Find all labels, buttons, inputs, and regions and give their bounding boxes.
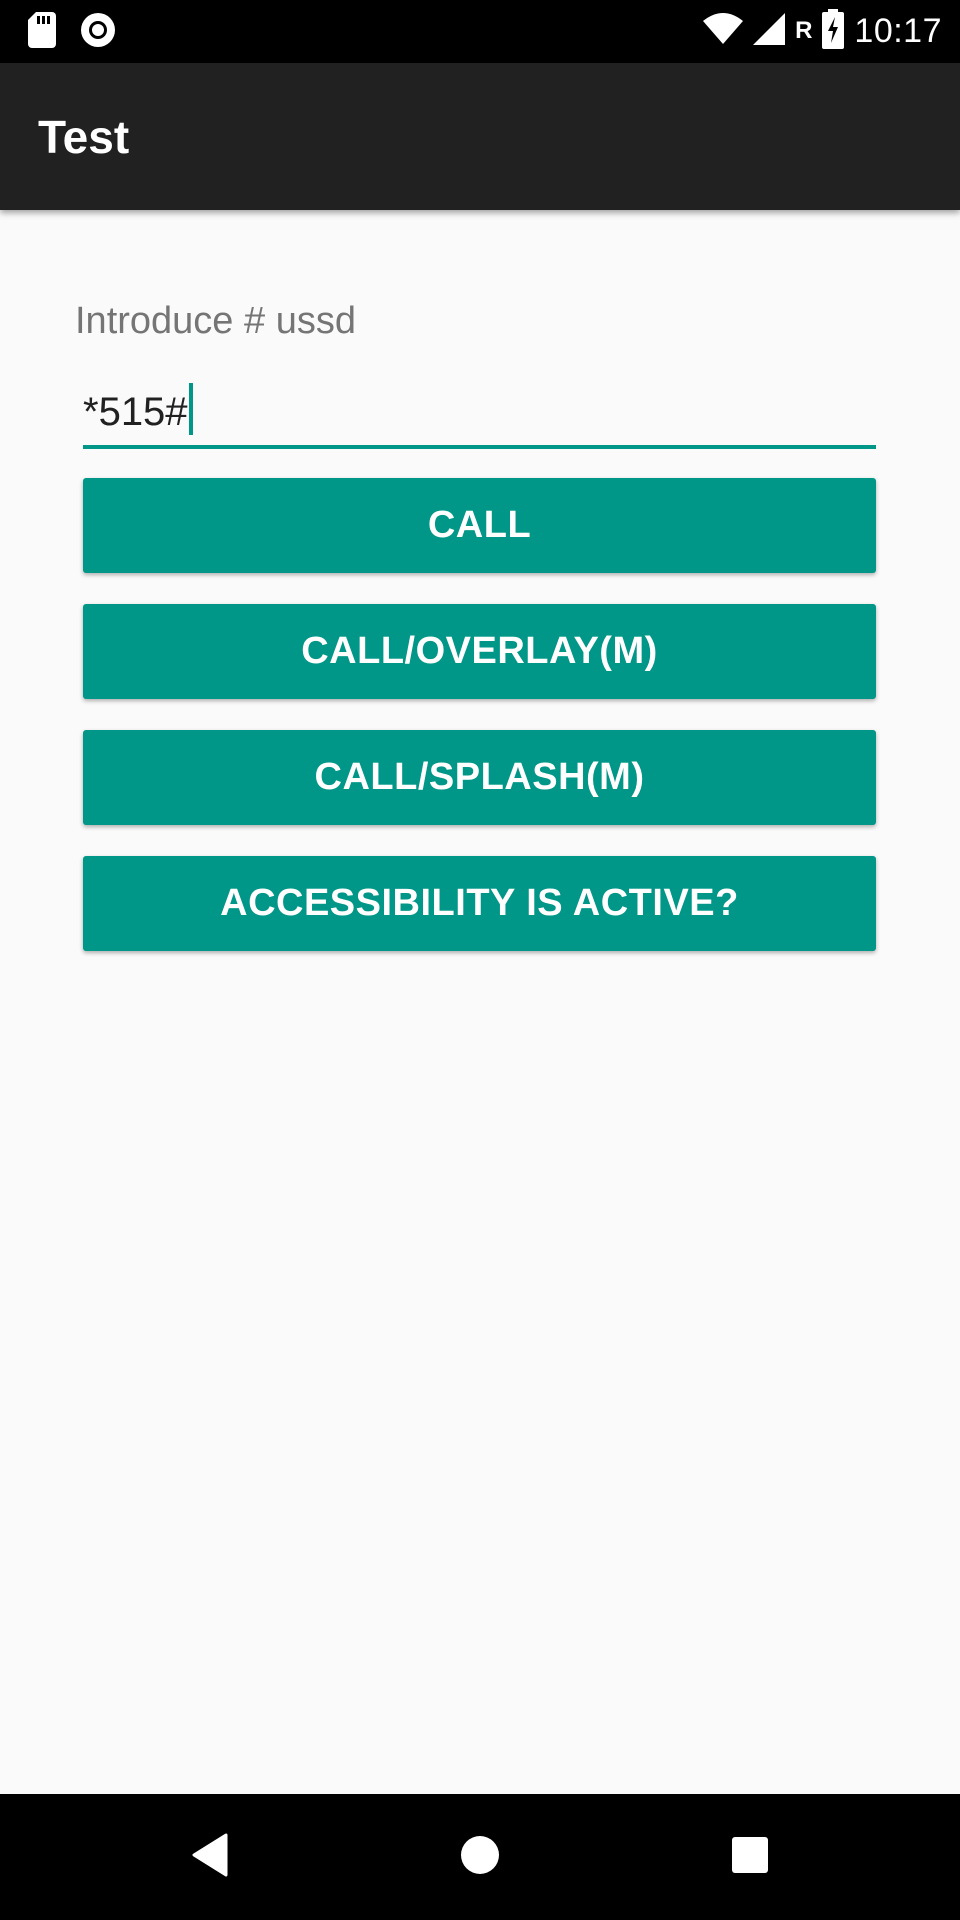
recents-button[interactable] (717, 1824, 783, 1890)
status-bar: R 10:17 (0, 0, 960, 63)
recents-icon (731, 1836, 769, 1879)
record-icon (80, 12, 116, 53)
home-button[interactable] (447, 1824, 513, 1890)
call-splash-button[interactable]: CALL/SPLASH(M) (83, 730, 876, 825)
call-button[interactable]: CALL (83, 478, 876, 573)
back-button[interactable] (177, 1824, 243, 1890)
status-time: 10:17 (854, 11, 942, 50)
home-icon (460, 1835, 500, 1880)
battery-charging-icon (822, 8, 845, 54)
ussd-field-label: Introduce # ussd (75, 300, 356, 342)
ussd-input-value: *515# (83, 390, 188, 434)
call-overlay-button[interactable]: CALL/OVERLAY(M) (83, 604, 876, 699)
app-bar: Test (0, 63, 960, 210)
roaming-indicator: R (795, 17, 813, 44)
ussd-input[interactable]: *515# (83, 375, 876, 449)
sd-card-icon (28, 12, 56, 53)
app-title: Test (38, 111, 130, 163)
status-bar-right: R 10:17 (703, 8, 942, 54)
status-bar-left (28, 12, 116, 53)
accessibility-check-button[interactable]: ACCESSIBILITY IS ACTIVE? (83, 856, 876, 951)
wifi-icon (703, 12, 744, 50)
cell-signal-icon (753, 12, 786, 50)
text-cursor (188, 383, 193, 435)
navigation-bar (0, 1794, 960, 1920)
screen: R 10:17 Test Introduce # ussd *515# CALL… (0, 0, 960, 1920)
ussd-input-value-wrap: *515# (83, 383, 193, 435)
back-icon (192, 1833, 228, 1882)
